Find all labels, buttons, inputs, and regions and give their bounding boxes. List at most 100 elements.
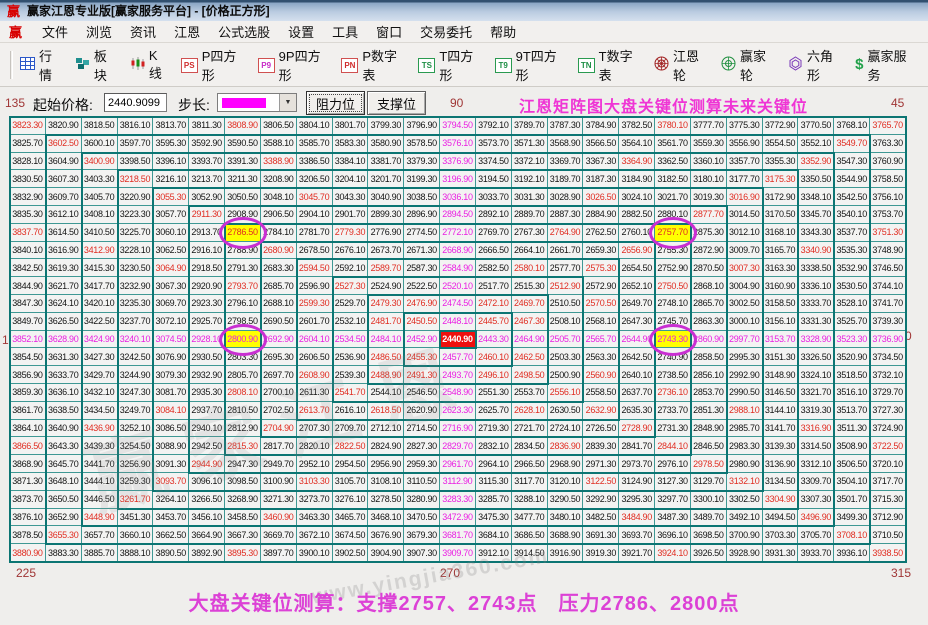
gann-cell: 2736.10 xyxy=(655,383,691,402)
gann-cell: 3079.30 xyxy=(153,366,190,384)
gann-cell: 3158.50 xyxy=(762,294,799,313)
toolbar-items: 行情 板块 K线 PS P四方形 P9 9P四方形 PN P数字表 TS T四方形 T9 9T四方形 TN… xyxy=(19,46,928,84)
gann-cell: 3897.70 xyxy=(260,544,297,562)
gann-cell: 3237.70 xyxy=(117,312,154,331)
gann-cell: 2702.50 xyxy=(260,401,297,420)
gann-cell: 3705.70 xyxy=(798,526,835,545)
gann-cell: 3309.70 xyxy=(798,472,835,491)
gann-cell: 3820.90 xyxy=(45,117,82,135)
toolbar-item[interactable]: 赢家轮 xyxy=(721,46,775,84)
gann-cell: 3360.10 xyxy=(690,152,727,171)
toolbar-item[interactable]: TN T数字表 xyxy=(577,46,641,84)
gann-cell: 3288.10 xyxy=(511,490,548,509)
gann-cell: 3463.30 xyxy=(296,508,333,527)
gann-cell: 3912.10 xyxy=(475,544,512,562)
gann-cell: 2954.50 xyxy=(332,455,369,473)
gann-cell: 3391.30 xyxy=(225,152,261,171)
dropdown-arrow-icon[interactable] xyxy=(279,94,296,111)
gann-cell: 2733.70 xyxy=(655,401,691,420)
gann-cell: 3000.10 xyxy=(726,312,763,331)
menu-item[interactable]: 文件 xyxy=(33,23,77,42)
gann-cell: 2784.10 xyxy=(260,223,297,242)
gann-cell: 3844.90 xyxy=(10,277,46,295)
menu-item[interactable]: 浏览 xyxy=(77,23,121,42)
gann-cell: 2450.50 xyxy=(404,312,441,331)
gann-cell: 3088.90 xyxy=(153,437,190,456)
menu-item[interactable]: 窗口 xyxy=(367,23,411,42)
gann-cell: 3436.90 xyxy=(81,419,118,438)
toolbar-item[interactable]: TS T四方形 xyxy=(418,46,481,84)
step-dropdown[interactable] xyxy=(217,93,297,112)
gann-cell: 3312.10 xyxy=(798,455,835,473)
gann-cell: 2769.70 xyxy=(475,223,512,242)
gann-cell: 3367.30 xyxy=(583,152,620,171)
gann-cell: 2527.30 xyxy=(332,277,369,295)
toolbar-item[interactable]: P9 9P四方形 xyxy=(257,46,329,84)
gann-cell: 3100.90 xyxy=(260,472,297,491)
gann-cell: 3028.90 xyxy=(547,188,584,206)
gann-cell: 3657.70 xyxy=(81,526,118,545)
gann-cell: 3451.30 xyxy=(117,508,154,527)
toolbar-item[interactable]: T9 9T四方形 xyxy=(494,46,565,84)
gann-cell: 3314.50 xyxy=(798,437,835,456)
gann-cell: 2572.90 xyxy=(583,277,620,295)
gann-cell: 2767.30 xyxy=(511,223,548,242)
gann-cell: 3244.90 xyxy=(117,366,154,384)
toolbar-item[interactable]: 六角形 xyxy=(788,46,842,84)
gann-cell: 2848.90 xyxy=(690,419,727,438)
gann-cell: 2488.90 xyxy=(368,366,405,384)
tn-badge-icon: TN xyxy=(577,56,595,73)
gann-cell: 3890.50 xyxy=(153,544,190,562)
menu-item[interactable]: 公式选股 xyxy=(209,23,279,42)
gann-cell: 3223.30 xyxy=(117,205,154,224)
gann-cell: 2956.90 xyxy=(368,455,405,473)
gann-cell: 3189.70 xyxy=(547,170,584,189)
gann-cell: 3196.90 xyxy=(440,170,476,189)
gann-cell: 3235.30 xyxy=(117,294,154,313)
gann-cell: 3792.10 xyxy=(475,117,512,135)
gann-cell: 3518.50 xyxy=(834,366,871,384)
toolbar-item[interactable]: K线 xyxy=(130,48,168,82)
gann-cell: 2988.10 xyxy=(726,401,763,420)
toolbar-item[interactable]: 板块 xyxy=(75,46,117,84)
gann-cell: 2796.10 xyxy=(225,294,261,313)
toolbar-item[interactable]: $ 赢家服务 xyxy=(855,46,915,84)
menu-item[interactable]: 帮助 xyxy=(481,23,525,42)
support-button[interactable]: 支撑位 xyxy=(367,91,427,115)
menu-item[interactable]: 江恩 xyxy=(165,23,209,42)
gann-cell: 3525.70 xyxy=(834,312,871,331)
gann-cell: 2721.70 xyxy=(511,419,548,438)
toolbar-item[interactable]: 行情 xyxy=(19,46,62,84)
child-window-icon[interactable]: 赢 xyxy=(9,22,22,41)
toolbar-item[interactable]: PS P四方形 xyxy=(180,46,245,84)
gann-cell: 3508.90 xyxy=(834,437,871,456)
start-price-input[interactable] xyxy=(104,93,167,112)
gann-cell: 3012.10 xyxy=(726,223,763,242)
gann-cell: 3909.70 xyxy=(440,544,476,562)
gann-cell: 3163.30 xyxy=(762,259,799,278)
gann-cell: 2877.70 xyxy=(690,205,727,224)
menu-item[interactable]: 资讯 xyxy=(121,23,165,42)
gann-cell: 3765.70 xyxy=(870,117,906,135)
gann-cell: 3441.70 xyxy=(81,455,118,473)
menu-item[interactable]: 工具 xyxy=(323,23,367,42)
gann-cell: 2937.70 xyxy=(189,401,226,420)
gann-cell: 2565.70 xyxy=(583,330,620,349)
pn-badge-icon: PN xyxy=(341,56,359,73)
gann-square: 3823.30 3820.90 3818.50 3816.10 3813.70 3811.… xyxy=(9,116,907,609)
gann-cell: 2539.30 xyxy=(332,366,369,384)
gann-cell: 2685.70 xyxy=(260,277,297,295)
toolbar-item[interactable]: 江恩轮 xyxy=(654,46,708,84)
menu-item[interactable]: 交易委托 xyxy=(411,23,481,42)
gann-cell: 2500.90 xyxy=(547,366,584,384)
gann-cell: 3016.90 xyxy=(726,188,763,206)
toolbar-item[interactable]: PN P数字表 xyxy=(341,46,405,84)
gann-cell: 2762.50 xyxy=(583,223,620,242)
gann-cell: 2697.70 xyxy=(260,366,297,384)
gann-cell: 3374.50 xyxy=(475,152,512,171)
menu-item[interactable]: 设置 xyxy=(279,23,323,42)
resistance-button[interactable]: 阻力位 xyxy=(306,91,366,115)
gann-cell: 3758.50 xyxy=(870,170,906,189)
gann-cell: 2942.50 xyxy=(189,437,226,456)
gann-cell: 3840.10 xyxy=(10,241,46,260)
